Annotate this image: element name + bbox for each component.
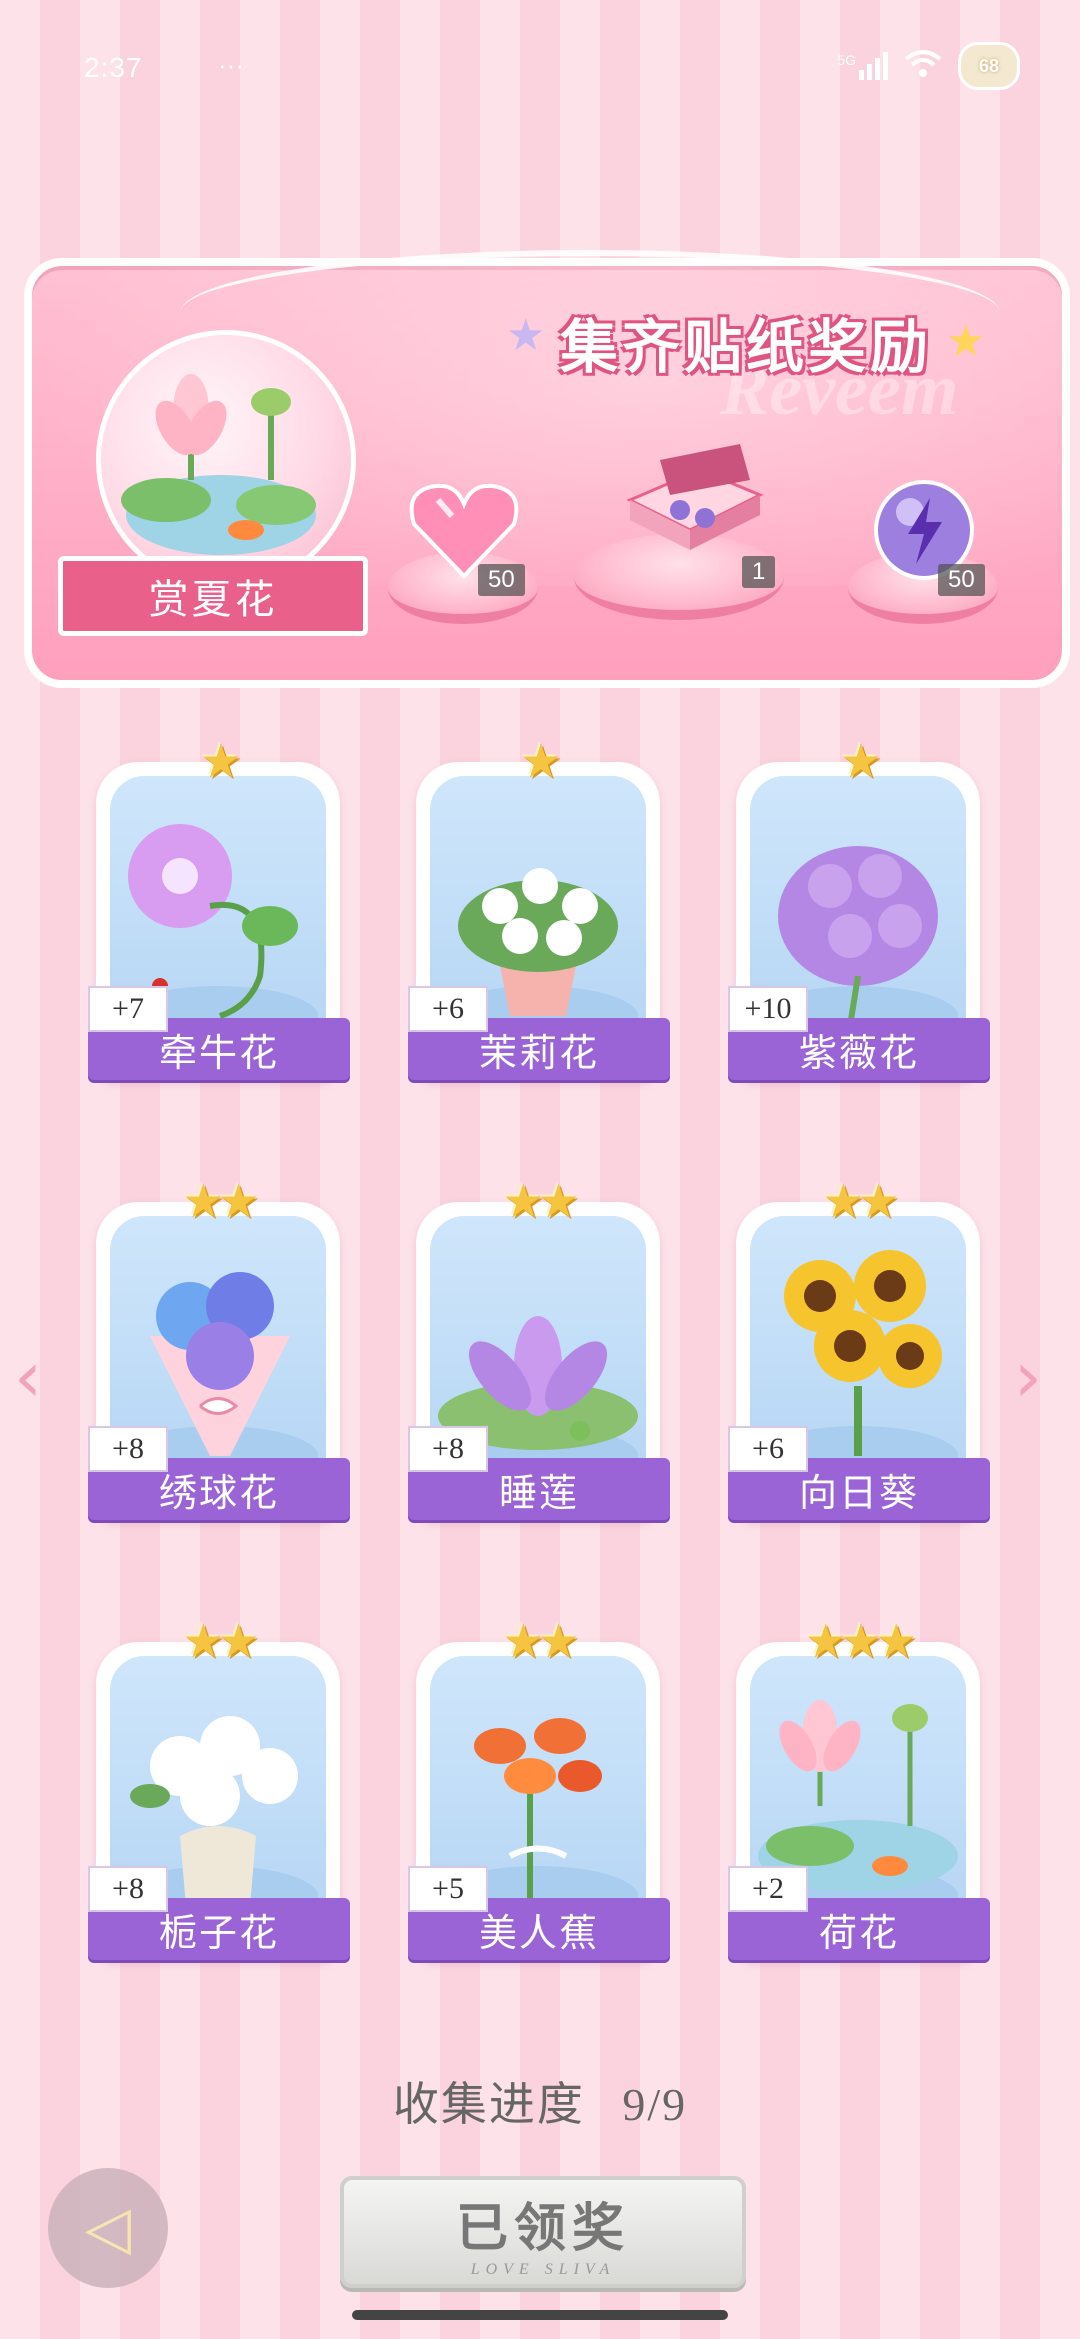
sticker-card[interactable]: 荷花 +2 ★★★	[728, 1616, 990, 1960]
card-bonus: +10	[728, 986, 808, 1032]
next-page-button[interactable]: ›	[1014, 1336, 1042, 1418]
star-icon: ★	[520, 736, 561, 787]
card-stars: ★★	[416, 1174, 660, 1228]
star-icon: ★	[218, 1176, 259, 1227]
sticker-card[interactable]: 向日葵 +6 ★★	[728, 1176, 990, 1520]
star-icon: ★	[218, 1616, 259, 1667]
claimed-button[interactable]: 已领奖 LOVE SLIVA	[340, 2176, 746, 2288]
home-indicator[interactable]	[352, 2310, 728, 2320]
card-bonus: +8	[88, 1866, 168, 1912]
progress-label: 收集进度	[392, 2079, 585, 2130]
reward-quantity: 50	[938, 564, 985, 596]
card-stars: ★★	[416, 1614, 660, 1668]
card-stars: ★★★	[736, 1614, 980, 1668]
star-icon: ★	[538, 1176, 579, 1227]
network-type: 5G	[837, 52, 856, 68]
card-bonus: +5	[408, 1866, 488, 1912]
wifi-icon	[904, 49, 942, 84]
card-bonus: +8	[408, 1426, 488, 1472]
star-icon: ★	[538, 1616, 579, 1667]
status-more-icon: ···	[218, 50, 244, 80]
gift-box-icon	[620, 440, 770, 565]
star-icon: ★	[805, 1616, 846, 1667]
star-icon: ★	[502, 1176, 544, 1227]
star-icon: ★	[822, 1176, 864, 1227]
set-name-plate: 赏夏花	[58, 556, 368, 636]
star-icon: ★	[840, 1616, 881, 1667]
card-bonus: +7	[88, 986, 168, 1032]
reward-quantity: 50	[478, 564, 525, 596]
lotus-icon	[121, 374, 316, 555]
claimed-button-label: 已领奖	[455, 2200, 630, 2258]
claimed-button-subtext: LOVE SLIVA	[470, 2260, 616, 2278]
battery-icon: 68	[958, 42, 1020, 90]
prev-page-button[interactable]: ‹	[14, 1336, 42, 1418]
card-stars: ★	[416, 734, 660, 788]
back-arrow-icon: ◁	[84, 2193, 132, 2263]
status-indicators: 5G 68	[837, 42, 1020, 90]
sticker-card[interactable]: 绣球花 +8 ★★	[88, 1176, 350, 1520]
reward-quantity: 1	[742, 556, 776, 588]
card-stars: ★	[736, 734, 980, 788]
sticker-card[interactable]: 牵牛花 +7 ★	[88, 736, 350, 1080]
star-icon: ★	[840, 736, 881, 787]
back-button[interactable]: ◁	[48, 2168, 168, 2288]
sticker-card[interactable]: 睡莲 +8 ★★	[408, 1176, 670, 1520]
star-icon: ★	[502, 1616, 544, 1667]
status-time: 2:37	[84, 52, 143, 83]
banner-title: 集齐贴纸奖励	[560, 315, 933, 380]
sticker-card[interactable]: 茉莉花 +6 ★	[408, 736, 670, 1080]
card-stars: ★	[96, 734, 340, 788]
card-bonus: +8	[88, 1426, 168, 1472]
star-deco-icon: ★	[946, 317, 986, 366]
progress-value: 9/9	[622, 2079, 688, 2130]
star-icon: ★	[200, 736, 241, 787]
card-bonus: +2	[728, 1866, 808, 1912]
card-stars: ★★	[736, 1174, 980, 1228]
star-icon: ★	[858, 1176, 899, 1227]
collection-progress: 收集进度 9/9	[0, 2068, 1080, 2134]
star-deco-icon: ★	[506, 311, 546, 360]
star-icon: ★	[875, 1616, 917, 1667]
card-bonus: +6	[408, 986, 488, 1032]
star-icon: ★	[182, 1616, 224, 1667]
star-icon: ★	[182, 1176, 224, 1227]
card-stars: ★★	[96, 1174, 340, 1228]
sticker-card[interactable]: 美人蕉 +5 ★★	[408, 1616, 670, 1960]
card-stars: ★★	[96, 1614, 340, 1668]
signal-icon: 5G	[837, 52, 888, 80]
sticker-card[interactable]: 紫薇花 +10 ★	[728, 736, 990, 1080]
sticker-card[interactable]: 栀子花 +8 ★★	[88, 1616, 350, 1960]
card-bonus: +6	[728, 1426, 808, 1472]
set-globe[interactable]	[96, 330, 356, 590]
